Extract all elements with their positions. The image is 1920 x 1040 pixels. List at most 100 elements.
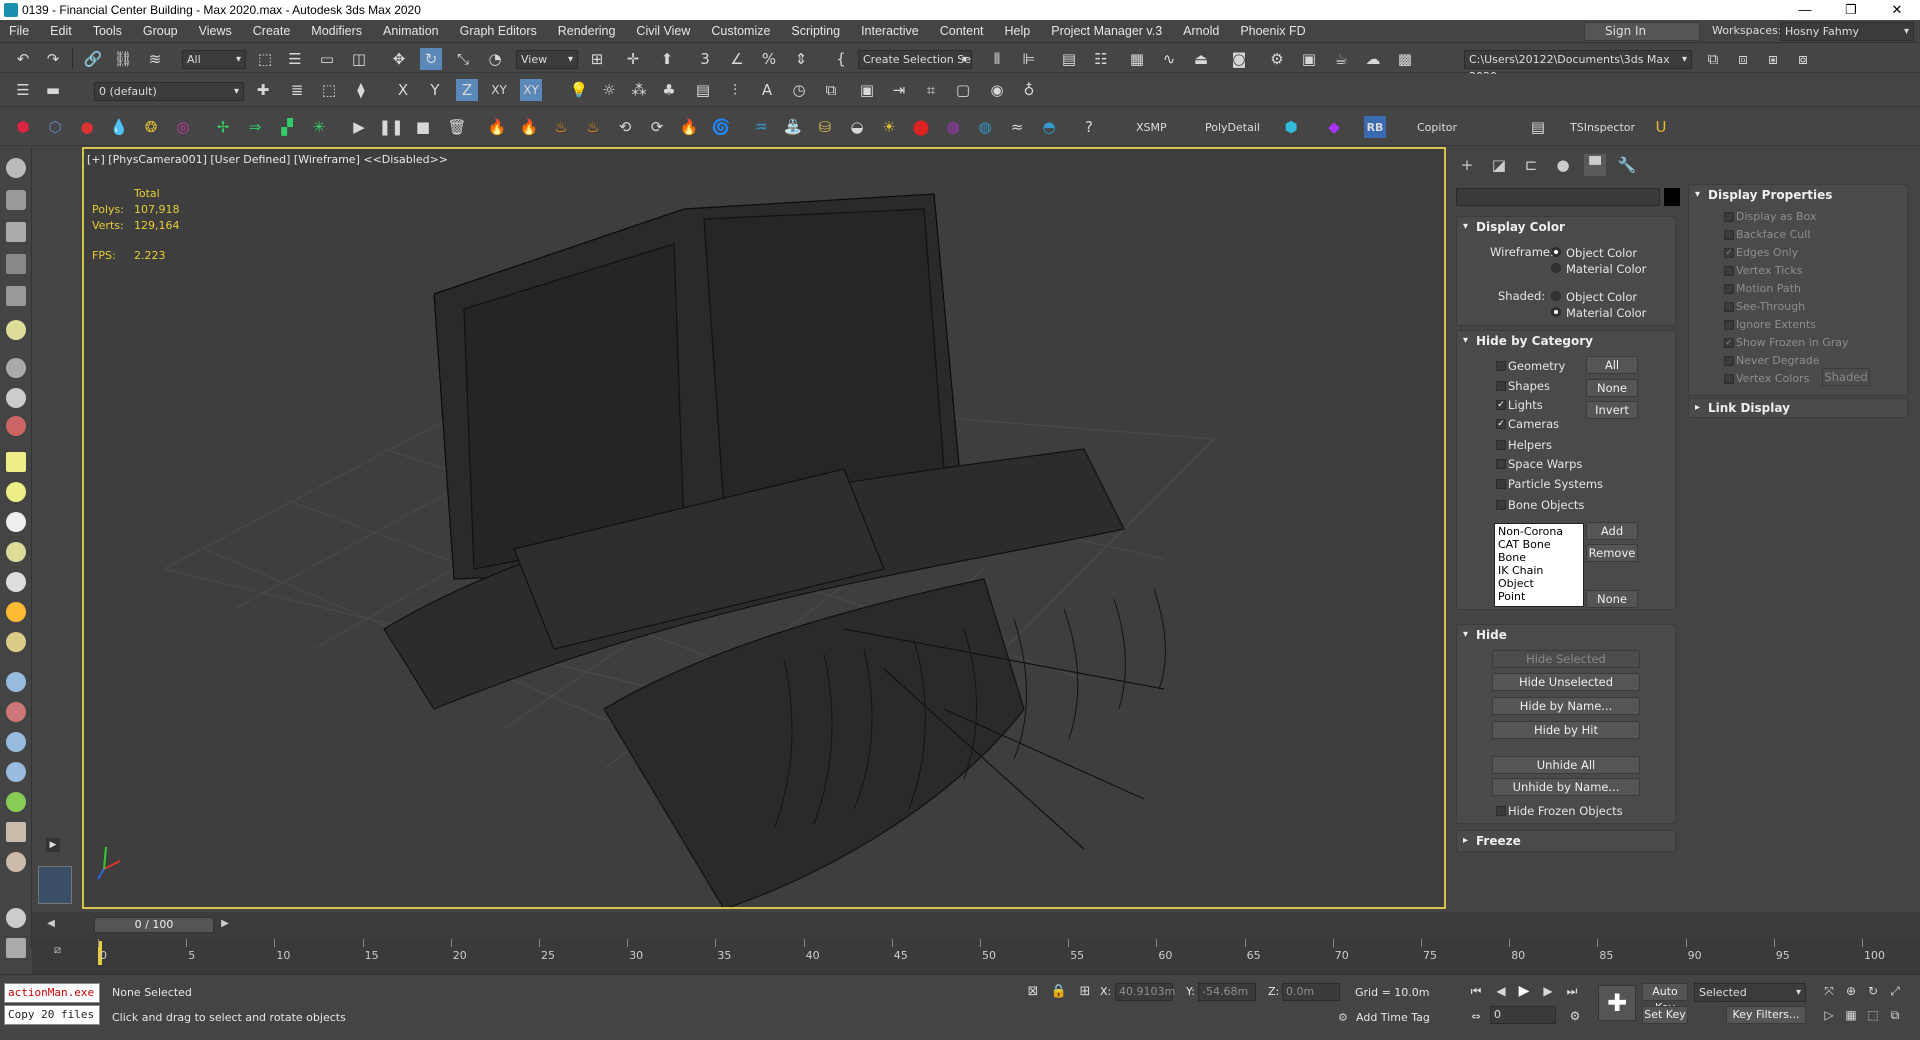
manipulate-icon[interactable]: ✛ <box>622 48 644 70</box>
cyan-cube-icon[interactable]: ⬢ <box>1280 116 1302 138</box>
spinner-snap-icon[interactable]: ⇕ <box>790 48 812 70</box>
place-icon[interactable]: ◔ <box>484 48 506 70</box>
nav-walk-icon[interactable]: ▷ <box>1818 1004 1840 1026</box>
frame-icon[interactable]: ▣ <box>856 79 878 101</box>
lock-icon[interactable]: 🔒 <box>1048 980 1070 1002</box>
menu-phoenix-fd[interactable]: Phoenix FD <box>1231 24 1317 38</box>
a360-icon[interactable]: ▩ <box>1394 48 1416 70</box>
render-online-icon[interactable]: ☁ <box>1362 48 1384 70</box>
workspace-dropdown[interactable]: Hosny Fahmy <box>1780 22 1914 41</box>
u-shield-icon[interactable]: U <box>1650 116 1672 138</box>
nav-zoom-icon[interactable]: ⊕ <box>1840 980 1862 1002</box>
project-icon-3[interactable]: ⧆ <box>1762 48 1784 70</box>
ribbon-icon[interactable]: ▦ <box>1126 48 1148 70</box>
menu-rendering[interactable]: Rendering <box>549 24 628 38</box>
hide-selected-button[interactable]: Hide Selected <box>1492 650 1640 668</box>
rotate-icon[interactable]: ↻ <box>420 48 442 70</box>
current-frame-field[interactable]: 0 <box>1490 1006 1556 1024</box>
axis-z[interactable]: Z <box>456 79 478 101</box>
a-icon[interactable]: A <box>756 79 778 101</box>
schematic-view-icon[interactable]: ⏏ <box>1190 48 1212 70</box>
bowl-icon[interactable]: ◒ <box>846 116 868 138</box>
select-object-icon[interactable]: ⬚ <box>254 48 276 70</box>
bone-objects-checkbox[interactable] <box>1496 500 1506 510</box>
list-item[interactable]: Bone <box>1498 551 1580 564</box>
ring-icon[interactable] <box>6 632 26 652</box>
menu-modifiers[interactable]: Modifiers <box>302 24 374 38</box>
viewport-perspective[interactable]: [+] [PhysCamera001] [User Defined] [Wire… <box>82 147 1446 909</box>
motion-path-checkbox[interactable] <box>1724 284 1734 294</box>
absolute-mode-icon[interactable]: ⊞ <box>1074 980 1096 1002</box>
ocean-icon[interactable]: ◓ <box>1038 116 1060 138</box>
list-icon[interactable] <box>6 286 26 306</box>
menu-create[interactable]: Create <box>244 24 303 38</box>
hide-unselected-button[interactable]: Hide Unselected <box>1492 673 1640 691</box>
display-color-header[interactable]: Display Color <box>1458 218 1565 236</box>
water-icon-2[interactable]: ⛲ <box>782 116 804 138</box>
menu-graph-editors[interactable]: Graph Editors <box>451 24 549 38</box>
create-tab-icon[interactable]: + <box>1456 154 1478 176</box>
category-all-button[interactable]: All <box>1586 356 1638 374</box>
menu-animation[interactable]: Animation <box>374 24 451 38</box>
globe-icon[interactable] <box>6 762 26 782</box>
hide-by-category-header[interactable]: Hide by Category <box>1458 332 1593 350</box>
coil-icon[interactable] <box>6 852 26 872</box>
key-mode-icon[interactable]: ⇔ <box>1465 1005 1487 1027</box>
layer-stack-icon[interactable]: ≣ <box>286 79 308 101</box>
utilities-tab-icon[interactable]: 🔧 <box>1616 154 1638 176</box>
drop-icon[interactable]: 💧 <box>108 116 130 138</box>
project-path-dropdown[interactable]: C:\Users\20122\Documents\3ds Max 2020 <box>1464 50 1692 83</box>
render-setup-icon[interactable]: ⚙ <box>1266 48 1288 70</box>
scale-icon[interactable]: ⤡ <box>452 48 474 70</box>
shapes-checkbox[interactable] <box>1496 381 1506 391</box>
menu-content[interactable]: Content <box>931 24 996 38</box>
polydetail-button[interactable]: PolyDetail <box>1205 121 1260 134</box>
nav-maximize-icon[interactable]: ⬚ <box>1862 1004 1884 1026</box>
see-through-checkbox[interactable] <box>1724 302 1734 312</box>
plane-icon[interactable] <box>6 452 26 472</box>
next-frame-icon[interactable]: ▶ <box>1537 980 1559 1002</box>
wire-object-color-radio[interactable] <box>1551 247 1561 257</box>
blue-ball-icon[interactable]: ◍ <box>974 116 996 138</box>
tree-icon[interactable]: ♣ <box>658 79 680 101</box>
red-ball-icon[interactable]: ⬤ <box>910 116 932 138</box>
category-remove-button[interactable]: Remove <box>1586 544 1638 562</box>
viewport-layout-button[interactable] <box>38 866 72 904</box>
window-crossing-icon[interactable]: ◫ <box>348 48 370 70</box>
menu-civil-view[interactable]: Civil View <box>627 24 702 38</box>
stop-icon[interactable]: ■ <box>412 116 434 138</box>
menu-group[interactable]: Group <box>134 24 190 38</box>
bulb-icon[interactable]: ♁ <box>1018 79 1040 101</box>
shaded-material-color-radio[interactable] <box>1551 307 1561 317</box>
track-bar[interactable]: ⧄ 0 5 10 15 20 25 30 35 40 45 50 55 60 65 70 75 80 85 90 95… <box>32 939 1920 974</box>
edit-named-selection-icon[interactable]: { <box>830 48 852 70</box>
display-as-box-checkbox[interactable] <box>1724 212 1734 222</box>
link-display-header[interactable]: Link Display <box>1690 399 1790 417</box>
category-list[interactable]: Non-Corona CAT Bone Bone IK Chain Object… <box>1494 523 1584 607</box>
yellow-ring-icon[interactable]: ❂ <box>140 116 162 138</box>
category-add-button[interactable]: Add <box>1586 522 1638 540</box>
fluid-icon-1[interactable]: ⟲ <box>614 116 636 138</box>
stand-icon[interactable] <box>6 732 26 752</box>
time-slider[interactable]: ◀ 0 / 100 ▶ <box>32 912 1920 939</box>
hide-header[interactable]: Hide <box>1458 626 1507 644</box>
play-animation-icon[interactable]: ▶ <box>1513 980 1535 1002</box>
pipe-icon[interactable]: ⫶ <box>724 79 746 101</box>
dome-icon[interactable] <box>6 482 26 502</box>
menu-file[interactable]: File <box>0 24 41 38</box>
select-in-layer-icon[interactable]: ⬚ <box>318 79 340 101</box>
panel-icon[interactable]: ▢ <box>952 79 974 101</box>
next-frame-arrow[interactable]: ▶ <box>218 918 232 932</box>
particle-systems-checkbox[interactable] <box>1496 479 1506 489</box>
project-folder-icon[interactable]: ⧉ <box>1702 48 1724 70</box>
tsinspector-button[interactable]: TSInspector <box>1570 121 1635 134</box>
sign-in-dropdown[interactable]: Sign In <box>1584 22 1700 41</box>
world-icon[interactable] <box>6 908 26 928</box>
selection-filter-dropdown[interactable]: All <box>182 50 246 69</box>
red-sphere-icon[interactable]: ● <box>76 116 98 138</box>
edges-only-checkbox[interactable]: ✓ <box>1724 248 1734 258</box>
axis-x[interactable]: X <box>392 79 414 101</box>
add-time-tag[interactable]: Add Time Tag <box>1356 1011 1430 1024</box>
y-coord-field[interactable]: -54.68m <box>1198 983 1256 1001</box>
sun-water-icon[interactable]: ☀ <box>878 116 900 138</box>
